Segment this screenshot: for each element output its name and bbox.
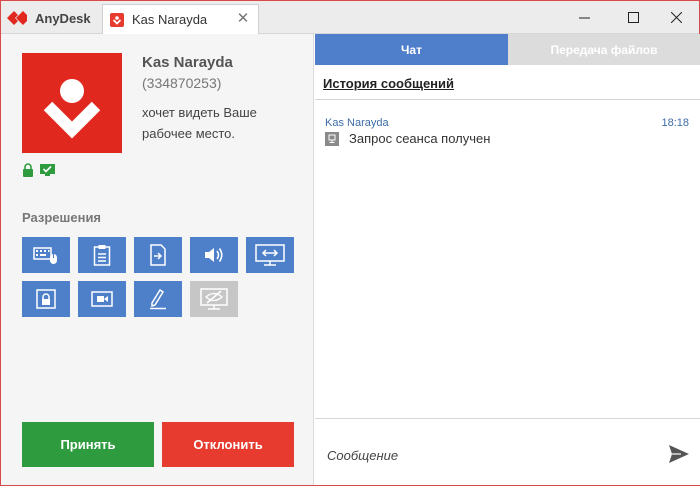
verified-screen-icon: [40, 164, 55, 176]
request-panel: Kas Narayda (334870253) хочет видеть Ваш…: [1, 34, 314, 485]
history-title[interactable]: История сообщений: [323, 76, 454, 91]
perm-lock-screen-button[interactable]: [22, 281, 70, 317]
perm-record-button[interactable]: [78, 281, 126, 317]
lock-icon: [23, 163, 33, 177]
message-time: 18:18: [661, 117, 689, 129]
message-text: Запрос сеанса получен: [349, 131, 491, 146]
app-name: AnyDesk: [35, 10, 91, 26]
session-tab-icon: [110, 12, 124, 27]
speaker-icon: [205, 248, 223, 262]
pen-icon: [150, 288, 166, 310]
peer-id: (334870253): [142, 75, 222, 91]
session-tab[interactable]: Kas Narayda ✕: [102, 4, 259, 34]
perm-sound-button[interactable]: [190, 237, 238, 273]
anydesk-logo-icon: [7, 10, 27, 26]
peer-avatar: [22, 53, 122, 153]
title-bar: AnyDesk Kas Narayda ✕: [1, 1, 699, 34]
message-sender: Kas Narayda: [325, 117, 389, 129]
peer-name: Kas Narayda: [142, 54, 233, 71]
lock-screen-icon: [36, 289, 56, 309]
message-input[interactable]: [327, 445, 647, 465]
minimize-icon: [578, 17, 590, 19]
close-button[interactable]: [653, 1, 699, 34]
perm-clipboard-button[interactable]: [78, 237, 126, 273]
clipboard-icon: [93, 245, 111, 266]
peer-request-message: хочет видеть Ваше рабочее место.: [142, 105, 257, 141]
close-icon: [670, 12, 682, 23]
tab-close-icon[interactable]: ✕: [236, 11, 250, 27]
perm-file-transfer-button[interactable]: [134, 237, 182, 273]
file-transfer-icon: [150, 244, 166, 266]
minimize-button[interactable]: [561, 1, 607, 34]
perm-remote-control-button[interactable]: [246, 237, 294, 273]
screen-arrows-icon: [255, 244, 285, 266]
app-brand[interactable]: AnyDesk: [7, 8, 91, 28]
maximize-button[interactable]: [610, 1, 656, 34]
perm-draw-button[interactable]: [134, 281, 182, 317]
camera-icon: [91, 291, 113, 307]
eye-slash-icon: [200, 288, 228, 310]
anydesk-window: AnyDesk Kas Narayda ✕ Kas Narayda (33487…: [0, 0, 700, 486]
keyboard-mouse-icon: [33, 247, 57, 264]
perm-keyboard-mouse-button[interactable]: [22, 237, 70, 273]
accept-button[interactable]: Принять: [22, 422, 154, 467]
send-icon[interactable]: [667, 442, 691, 466]
permissions-heading: Разрешения: [22, 210, 102, 225]
message-compose: [315, 418, 700, 485]
perm-privacy-button[interactable]: [190, 281, 238, 317]
tab-chat[interactable]: Чат: [315, 34, 508, 65]
system-message-icon: [325, 131, 339, 146]
decline-button[interactable]: Отклонить: [162, 422, 294, 467]
history-header: История сообщений: [315, 65, 700, 100]
tab-file-transfer[interactable]: Передача файлов: [508, 34, 700, 65]
chat-panel: Чат Передача файлов История сообщений Ka…: [315, 34, 700, 485]
anydesk-user-icon: [43, 79, 101, 139]
maximize-icon: [627, 12, 639, 23]
session-tab-label: Kas Narayda: [132, 12, 208, 27]
connection-status: [22, 163, 55, 177]
chat-message: Запрос сеанса получен: [325, 131, 490, 146]
